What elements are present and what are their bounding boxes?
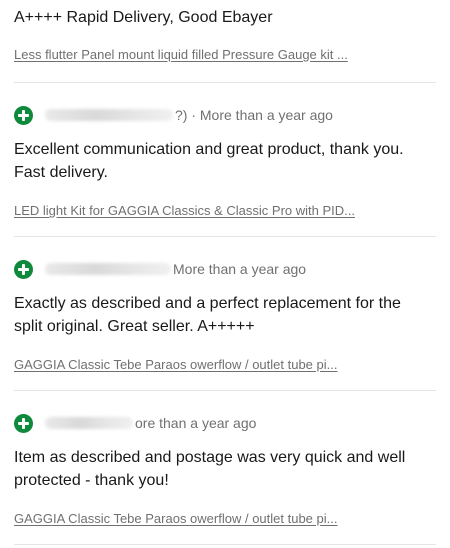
redacted-username [45,417,133,429]
feedback-meta: ?) · More than a year ago [14,105,333,125]
item-link[interactable]: LED light Kit for GAGGIA Classics & Clas… [14,203,355,218]
redacted-username [45,263,171,275]
feedback-list: A++++ Rapid Delivery, Good Ebayer Less f… [0,0,450,545]
feedback-comment: A++++ Rapid Delivery, Good Ebayer [14,9,273,26]
feedback-meta: ore than a year ago [14,413,256,433]
feedback-entry: More than a year ago Exactly as describe… [14,237,436,391]
feedback-meta-text: ?) · More than a year ago [175,107,333,123]
feedback-comment: Item as described and postage was very q… [14,449,406,489]
item-link[interactable]: GAGGIA Classic Tebe Paraos owerflow / ou… [14,357,337,372]
feedback-meta-text: More than a year ago [173,261,307,277]
feedback-comment: Excellent communication and great produc… [14,141,404,181]
redacted-username [45,109,173,121]
item-link[interactable]: GAGGIA Classic Tebe Paraos owerflow / ou… [14,511,337,526]
positive-rating-icon [14,259,33,279]
feedback-entry: ore than a year ago Item as described an… [14,391,436,545]
feedback-entry: A++++ Rapid Delivery, Good Ebayer Less f… [14,0,436,83]
item-link[interactable]: Less flutter Panel mount liquid filled P… [14,47,348,62]
feedback-comment: Exactly as described and a perfect repla… [14,295,401,335]
feedback-entry: ?) · More than a year ago Excellent comm… [14,83,436,237]
feedback-meta-text: ore than a year ago [135,415,257,431]
feedback-meta: More than a year ago [14,259,306,279]
positive-rating-icon [14,105,33,125]
positive-rating-icon [14,413,33,433]
